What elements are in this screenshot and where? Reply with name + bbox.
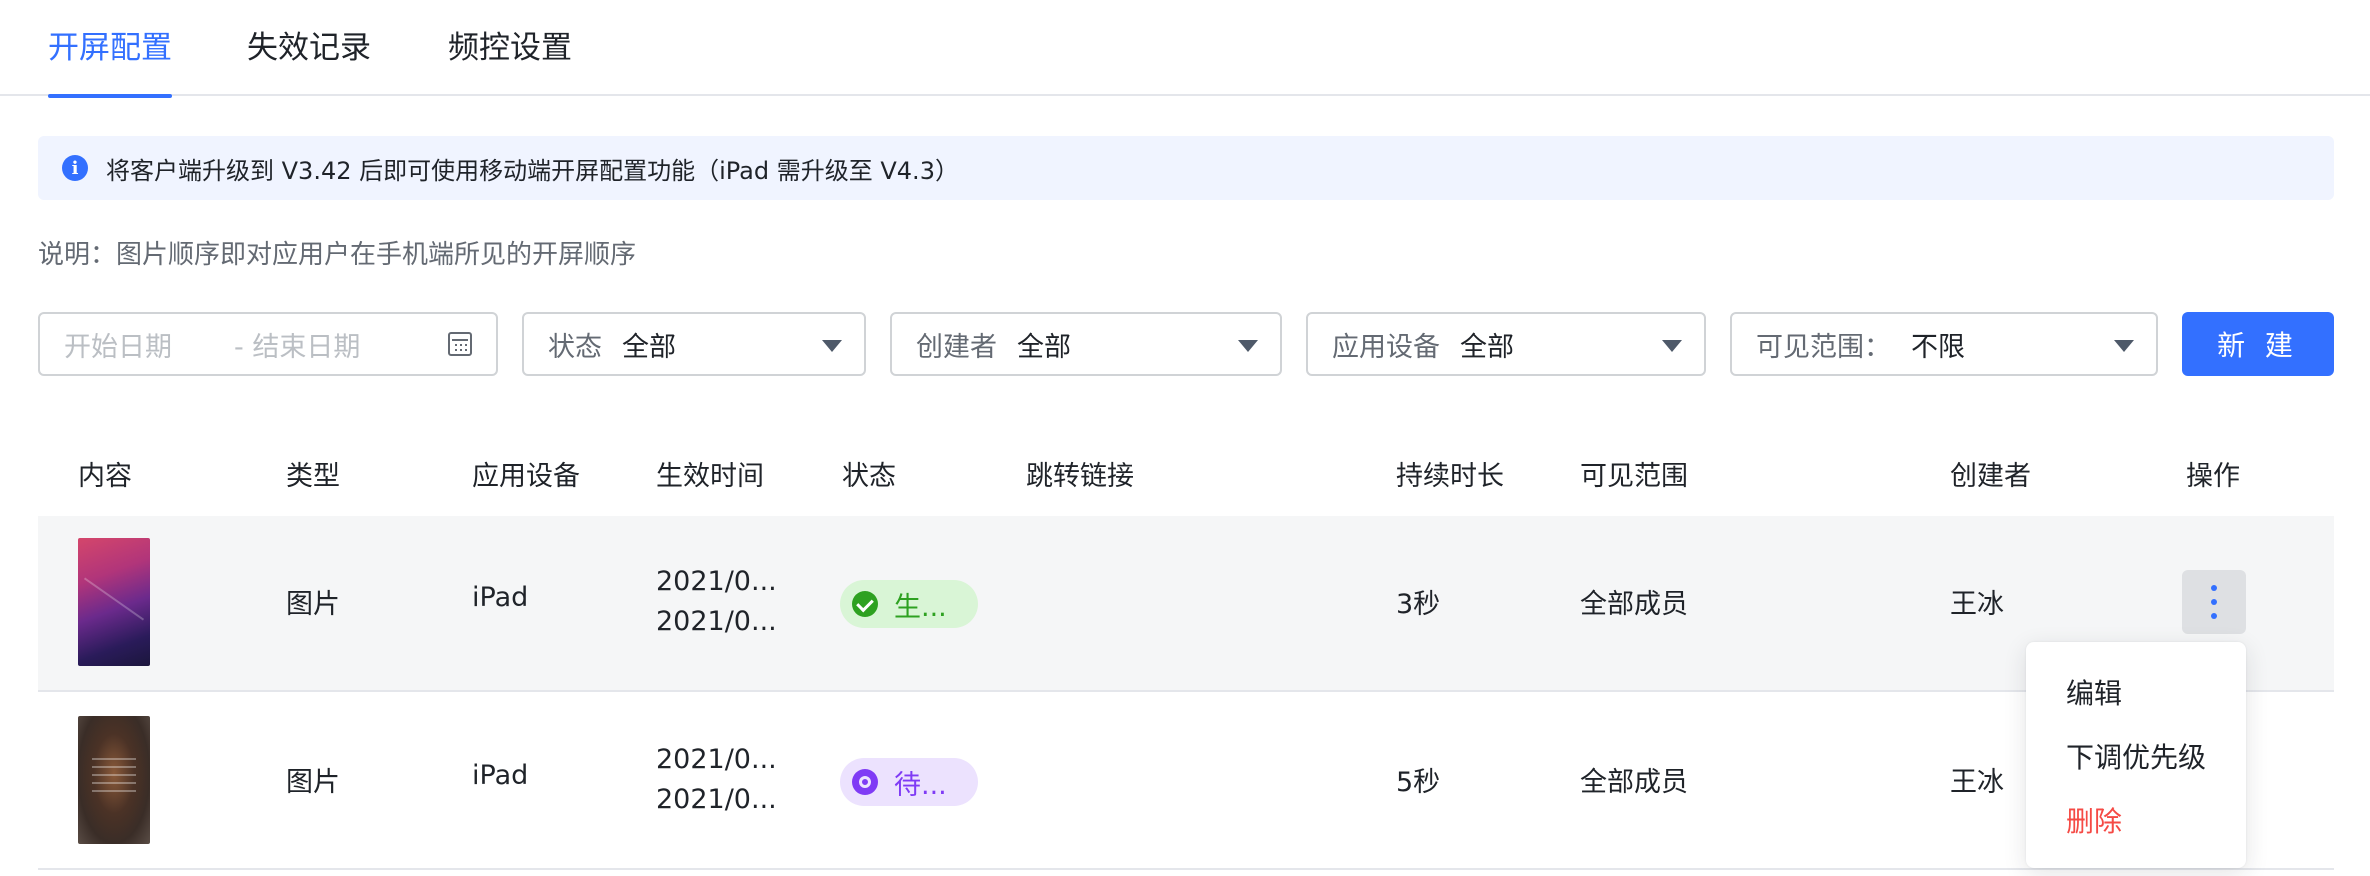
more-vertical-icon [2211,613,2217,619]
creator-filter-label: 创建者 [916,331,997,363]
info-icon: i [62,155,88,181]
upgrade-notice: i 将客户端升级到 V3.42 后即可使用移动端开屏配置功能（iPad 需升级至… [38,136,2334,200]
column-header-actions: 操作 [2186,461,2240,492]
caret-down-icon [822,340,842,352]
visibility-filter-select[interactable]: 可见范围： 不限 [1730,312,2158,376]
column-header-status: 状态 [842,461,896,492]
splash-image-thumbnail[interactable] [78,538,150,666]
cell-duration: 3秒 [1396,589,1441,620]
tab-splash-config[interactable]: 开屏配置 [48,22,172,98]
creator-filter-select[interactable]: 创建者 全部 [890,312,1282,376]
more-actions-button[interactable] [2182,570,2246,634]
cell-type: 图片 [286,767,340,798]
caret-down-icon [1662,340,1682,352]
caret-down-icon [2114,340,2134,352]
start-date-placeholder[interactable]: 开始日期 [64,325,172,364]
table-row: 图片 iPad 2021/0... 2021/0... 待... 5秒 全部成员… [38,694,2334,870]
menu-item-delete[interactable]: 删除 [2066,800,2122,840]
status-badge-text: 待... [894,769,947,801]
cell-type: 图片 [286,589,340,620]
cell-visibility: 全部成员 [1580,767,1688,798]
cell-device: iPad [472,582,529,613]
notice-text: 将客户端升级到 V3.42 后即可使用移动端开屏配置功能（iPad 需升级至 V… [106,156,959,185]
cell-duration: 5秒 [1396,767,1441,798]
table-row: 图片 iPad 2021/0... 2021/0... 生... 3秒 全部成员… [38,516,2334,692]
check-circle-icon [852,591,878,617]
cell-time-start: 2021/0... [656,566,777,597]
cell-time-end: 2021/0... [656,606,777,637]
column-header-type: 类型 [286,461,340,492]
cell-time-start: 2021/0... [656,744,777,775]
column-header-visibility: 可见范围 [1580,461,1688,492]
end-date-placeholder[interactable]: - 结束日期 [234,325,360,364]
device-filter-value: 全部 [1460,331,1514,363]
cell-device: iPad [472,760,529,791]
tab-frequency-settings[interactable]: 频控设置 [448,22,572,94]
status-filter-select[interactable]: 状态 全部 [522,312,866,376]
device-filter-select[interactable]: 应用设备 全部 [1306,312,1706,376]
description-text: 说明：图片顺序即对应用户在手机端所见的开屏顺序 [38,240,637,270]
pending-circle-icon [852,769,878,795]
status-badge: 生... [840,580,978,628]
cell-creator: 王冰 [1950,589,2004,620]
column-header-creator: 创建者 [1950,461,2031,492]
status-badge-text: 生... [894,591,947,623]
calendar-icon [448,332,472,356]
status-filter-label: 状态 [548,331,602,363]
menu-item-edit[interactable]: 编辑 [2066,672,2122,712]
row-actions-menu: 编辑 下调优先级 删除 [2026,642,2246,868]
tab-bar: 开屏配置 失效记录 频控设置 [0,0,2370,98]
status-badge: 待... [840,758,978,806]
cell-creator: 王冰 [1950,767,2004,798]
menu-item-lower-priority[interactable]: 下调优先级 [2066,736,2206,776]
visibility-filter-label: 可见范围： [1756,331,1891,363]
more-vertical-icon [2211,599,2217,605]
column-header-duration: 持续时长 [1396,461,1504,492]
visibility-filter-value: 不限 [1911,331,1965,363]
column-header-device: 应用设备 [472,461,580,492]
cell-visibility: 全部成员 [1580,589,1688,620]
more-vertical-icon [2211,585,2217,591]
cell-time-end: 2021/0... [656,784,777,815]
splash-image-thumbnail[interactable] [78,716,150,844]
date-range-picker[interactable]: 开始日期 - 结束日期 [38,312,498,376]
creator-filter-value: 全部 [1017,331,1071,363]
status-filter-value: 全部 [622,331,676,363]
column-header-effective-time: 生效时间 [656,461,764,492]
caret-down-icon [1238,340,1258,352]
device-filter-label: 应用设备 [1332,331,1440,363]
column-header-content: 内容 [78,461,132,492]
tab-expired-records[interactable]: 失效记录 [247,22,371,94]
new-button[interactable]: 新 建 [2182,312,2334,376]
column-header-link: 跳转链接 [1026,461,1134,492]
